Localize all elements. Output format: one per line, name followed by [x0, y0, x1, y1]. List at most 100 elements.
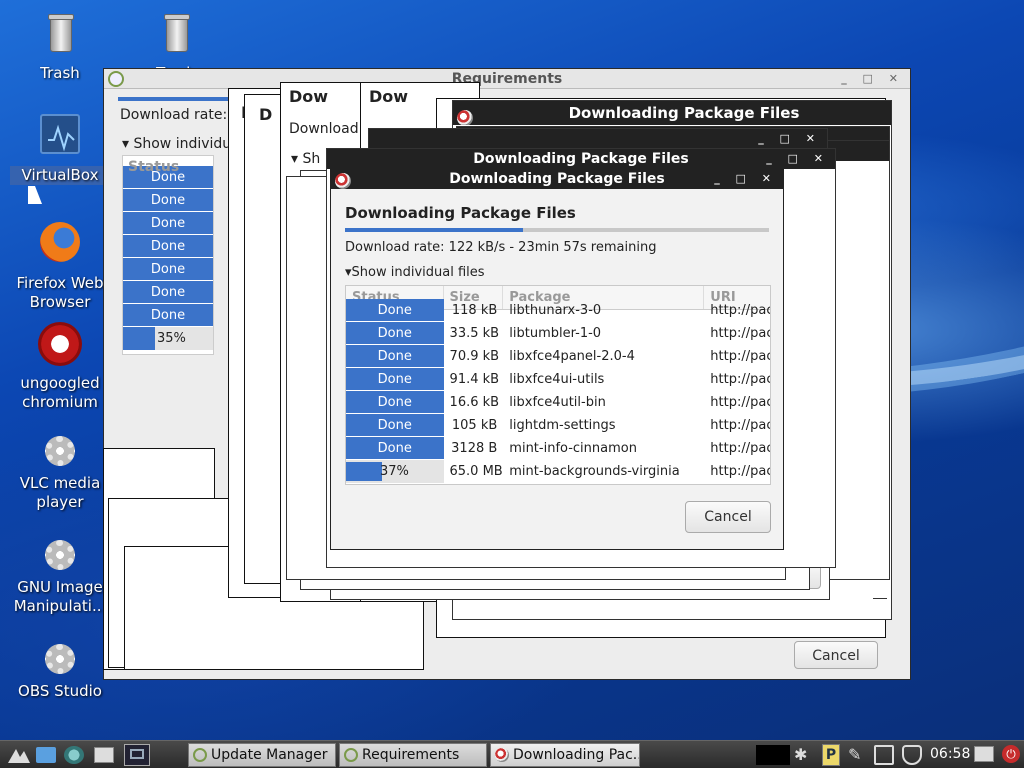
size-cell: 70.9 kB — [449, 349, 500, 364]
power-icon[interactable]: ⏻ — [1002, 745, 1020, 763]
plug-icon[interactable]: ✎ — [848, 745, 861, 764]
package-cell: libthunarx-3-0 — [509, 303, 602, 318]
package-icon — [495, 748, 509, 762]
file-manager-icon[interactable] — [94, 747, 114, 763]
battery-icon[interactable] — [874, 745, 894, 765]
status-cell: Done — [123, 258, 213, 281]
bluetooth-icon[interactable]: ✱ — [794, 745, 807, 764]
package-cell: libxfce4panel-2.0-4 — [509, 349, 635, 364]
desktop-icon-obs[interactable]: OBS Studio — [10, 644, 110, 701]
gear-icon — [36, 436, 84, 470]
shield-icon — [108, 71, 124, 87]
desktop-icon-vlc[interactable]: VLC media player — [10, 436, 110, 512]
tray-black-block — [756, 745, 790, 765]
shield-icon — [193, 748, 207, 762]
desktop-icon-firefox[interactable]: Firefox Web Browser — [10, 222, 110, 312]
uri-cell: http://pac — [710, 372, 771, 387]
desktop-icon-trash[interactable]: Trash — [10, 12, 110, 83]
package-cell: libtumbler-1-0 — [509, 326, 602, 341]
table-row[interactable]: Done 118 kB libthunarx-3-0 http://pac — [346, 299, 770, 322]
size-cell: 33.5 kB — [449, 326, 500, 341]
ghost-window-heading: D — [259, 105, 273, 124]
table-row[interactable]: Done 70.9 kB libxfce4panel-2.0-4 http://pac — [346, 345, 770, 368]
requirements-progress-bar — [118, 97, 228, 101]
clipboard-icon[interactable]: P — [822, 744, 840, 766]
network-icon[interactable] — [64, 746, 84, 764]
status-cell: Done — [123, 189, 213, 212]
menu-icon[interactable] — [6, 745, 32, 765]
requirements-file-table: Status Done Done Done Done Done Done Don… — [122, 155, 214, 355]
trash-icon — [36, 12, 84, 60]
table-row[interactable]: Done 3128 B mint-info-cinnamon http://pac — [346, 437, 770, 460]
user-icon[interactable] — [974, 746, 994, 762]
dialog-titlebar: Downloading Package Files _ □ ✕ — [331, 169, 783, 189]
uri-cell: http://pac — [710, 464, 770, 479]
security-shield-icon[interactable] — [902, 745, 922, 765]
table-row[interactable]: Done 105 kB lightdm-settings http://pac — [346, 414, 770, 437]
taskbar: Update Manager Requirements Downloading … — [0, 740, 1024, 768]
dialog-title: Downloading Package Files — [449, 171, 665, 187]
status-cell-progress: 35% — [123, 327, 213, 350]
trash-icon — [152, 12, 200, 60]
clock[interactable]: 06:58 — [930, 746, 970, 762]
shield-icon — [344, 748, 358, 762]
chromium-icon — [36, 322, 84, 370]
cancel-button[interactable]: Cancel — [685, 501, 771, 533]
package-cell: mint-backgrounds-virginia — [509, 464, 680, 479]
size-cell: 105 kB — [451, 418, 498, 433]
size-cell: 3128 B — [451, 441, 498, 456]
table-row[interactable]: Done 91.4 kB libxfce4ui-utils http://pac — [346, 368, 770, 391]
dialog-heading: Downloading Package Files — [345, 204, 576, 222]
uri-cell: http://pac — [710, 418, 771, 433]
table-row[interactable]: Done 33.5 kB libtumbler-1-0 http://pac — [346, 322, 770, 345]
status-cell: 37% — [346, 460, 444, 483]
package-cell: libxfce4util-bin — [509, 395, 606, 410]
status-cell: Done — [346, 414, 444, 437]
virtualbox-icon — [36, 114, 84, 162]
mouse-cursor-icon — [28, 186, 42, 204]
uri-cell: http://pac — [710, 303, 771, 318]
window-controls[interactable]: _ □ ✕ — [714, 169, 777, 189]
task-update-manager[interactable]: Update Manager — [188, 743, 336, 767]
downloading-package-files-dialog: Downloading Package Files _ □ ✕ Download… — [330, 168, 784, 550]
requirements-cancel-button[interactable]: Cancel — [794, 641, 878, 669]
table-body: Done 118 kB libthunarx-3-0 http://pac Done 33… — [346, 299, 770, 483]
package-icon — [457, 109, 473, 125]
window-controls[interactable]: _ □ ✕ — [841, 69, 904, 88]
desktop-icon-chromium[interactable]: ungoogled chromium — [10, 322, 110, 412]
workspace-switcher-icon[interactable] — [124, 744, 150, 766]
task-downloading[interactable]: Downloading Pac... — [490, 743, 640, 767]
status-cell: Done — [123, 235, 213, 258]
file-table: Status Size Package URI Done 118 kB libthu… — [345, 285, 771, 485]
uri-cell: http://pac — [710, 326, 771, 341]
uri-cell: http://pac — [710, 395, 771, 410]
download-rate-text: Download rate: 122 kB/s - 23min 57s rema… — [345, 240, 657, 255]
requirements-download-rate: Download rate: — [120, 107, 228, 123]
table-row[interactable]: 37% 65.0 MB mint-backgrounds-virginia http:… — [346, 460, 770, 483]
status-cell: Done — [346, 345, 444, 368]
file-progress-label: 37% — [380, 464, 409, 479]
size-cell: 65.0 MB — [449, 464, 503, 479]
package-cell: libxfce4ui-utils — [509, 372, 605, 387]
task-requirements[interactable]: Requirements — [339, 743, 487, 767]
status-cell: Done — [346, 368, 444, 391]
status-cell: Done — [346, 322, 444, 345]
show-individual-files-toggle[interactable]: ▾Show individual files — [345, 265, 769, 280]
size-cell: 16.6 kB — [449, 395, 500, 410]
desktop-icon-gimp[interactable]: GNU Image Manipulati... — [10, 540, 110, 616]
status-cell: Done — [123, 281, 213, 304]
package-cell: mint-info-cinnamon — [509, 441, 637, 456]
status-cell: Done — [346, 391, 444, 414]
package-cell: lightdm-settings — [509, 418, 616, 433]
requirements-titlebar: Requirements _ □ ✕ — [104, 69, 910, 89]
desktop-icon-trash-2[interactable]: Trash — [126, 12, 226, 74]
desktop-icon-virtualbox[interactable]: VirtualBox — [10, 114, 110, 185]
table-row[interactable]: Done 16.6 kB libxfce4util-bin http://pac — [346, 391, 770, 414]
requirements-show-files[interactable]: ▾ Show individual — [122, 136, 244, 152]
gear-icon — [36, 540, 84, 574]
status-cell: Done — [123, 304, 213, 327]
firefox-icon — [36, 222, 84, 270]
show-desktop-icon[interactable] — [36, 747, 56, 763]
uri-cell: http://pac — [710, 441, 771, 456]
uri-cell: http://pac — [710, 349, 771, 364]
